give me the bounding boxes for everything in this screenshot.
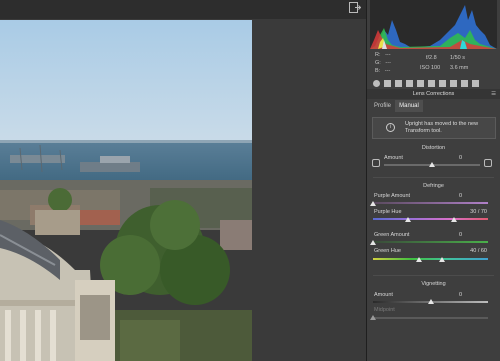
purple-amount-handle[interactable] [370, 201, 376, 206]
separator [373, 177, 494, 178]
adjustment-panel: R: --- G: --- B: --- f/2.8 1/50 s ISO 10… [367, 0, 500, 361]
hsl-icon[interactable] [406, 79, 413, 87]
vignetting-midpoint-label: Midpoint [374, 307, 395, 313]
green-amount-slider[interactable] [373, 241, 488, 243]
section-title: Lens Corrections [412, 91, 455, 97]
notice-text: Upright has moved to the new Transform t… [405, 121, 479, 134]
purple-hue-slider[interactable] [373, 218, 488, 220]
tone-curve-icon[interactable] [384, 79, 391, 87]
lens-corrections-icon[interactable] [428, 79, 435, 87]
basic-panel-icon[interactable] [373, 79, 380, 87]
histogram [370, 0, 497, 49]
green-hue-value[interactable]: 40 / 60 [452, 248, 487, 254]
panel-tab-icons [370, 77, 497, 89]
focal-length-value: 3.6 mm [450, 65, 469, 71]
vignetting-midpoint-handle[interactable] [370, 315, 376, 320]
upright-notice: i Upright has moved to the new Transform… [372, 117, 496, 139]
green-amount-handle[interactable] [370, 240, 376, 245]
photo-preview [0, 20, 252, 361]
green-hue-slider[interactable] [373, 258, 488, 260]
defringe-heading: Defringe [423, 183, 444, 189]
fx-icon[interactable] [439, 79, 446, 87]
split-toning-icon[interactable] [417, 79, 424, 87]
pincushion-icon [372, 159, 380, 167]
vignetting-midpoint-slider[interactable] [373, 317, 488, 319]
image-info: R: --- G: --- B: --- f/2.8 1/50 s ISO 10… [370, 49, 497, 77]
distortion-amount-value[interactable]: 0 [447, 155, 462, 161]
purple-hue-low-handle[interactable] [404, 217, 411, 222]
vignetting-amount-label: Amount [374, 292, 393, 298]
distortion-amount-handle[interactable] [429, 162, 435, 167]
snapshots-icon[interactable] [472, 79, 479, 87]
info-icon: i [386, 123, 395, 132]
vignetting-heading: Vignetting [421, 281, 446, 287]
distortion-amount-label: Amount [384, 155, 403, 161]
vignetting-amount-handle[interactable] [427, 299, 434, 304]
purple-amount-label: Purple Amount [374, 193, 411, 199]
tab-manual[interactable]: Manual [395, 100, 423, 112]
shutter-value: 1/50 s [450, 55, 465, 61]
purple-amount-value[interactable]: 0 [447, 193, 462, 199]
barrel-icon [484, 159, 492, 167]
separator [373, 275, 494, 276]
green-amount-value[interactable]: 0 [447, 232, 462, 238]
aperture-value: f/2.8 [426, 55, 437, 61]
exit-fullscreen-icon[interactable] [349, 2, 363, 14]
green-amount-label: Green Amount [374, 232, 410, 238]
tab-profile[interactable]: Profile [370, 100, 395, 112]
camera-calibration-icon[interactable] [450, 79, 457, 87]
green-hue-low-handle[interactable] [416, 257, 422, 262]
blue-readout: B: --- [375, 68, 391, 74]
iso-value: ISO 100 [420, 65, 441, 71]
vignetting-amount-value[interactable]: 0 [447, 292, 462, 298]
purple-hue-label: Purple Hue [374, 209, 402, 215]
purple-hue-value[interactable]: 30 / 70 [452, 209, 487, 215]
lens-tabs: Profile Manual [370, 100, 497, 112]
detail-icon[interactable] [395, 79, 402, 87]
section-header: Lens Corrections ☰ [367, 89, 500, 99]
top-toolbar [0, 0, 367, 19]
green-hue-high-handle[interactable] [439, 257, 445, 262]
purple-amount-slider[interactable] [373, 202, 488, 204]
green-hue-label: Green Hue [374, 248, 401, 254]
image-canvas[interactable] [0, 19, 367, 361]
presets-icon[interactable] [461, 79, 468, 87]
distortion-heading: Distortion [421, 145, 446, 151]
purple-hue-high-handle[interactable] [450, 217, 457, 222]
menu-icon[interactable]: ☰ [491, 89, 496, 99]
